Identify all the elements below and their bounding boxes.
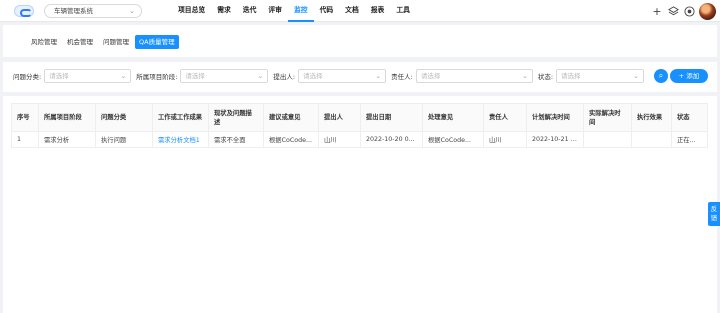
col-header: 工作或工作成果 <box>152 103 209 132</box>
table-cell: 2022-10-21 0... <box>526 131 584 148</box>
owner-select[interactable]: 请选择 ⌄ <box>415 69 533 83</box>
main-nav: 项目总览 需求 迭代 评审 监控 代码 文档 报表 工具 <box>172 0 416 22</box>
chevron-down-icon: ⌄ <box>521 72 528 80</box>
stage-placeholder: 请选择 <box>185 72 205 80</box>
tab-qa-quality-management[interactable]: QA质量管理 <box>135 35 179 49</box>
col-header: 执行效果 <box>631 103 672 132</box>
col-header: 提出人 <box>318 103 361 132</box>
search-icon: ⌕ <box>658 71 664 80</box>
nav-item-requirements[interactable]: 需求 <box>211 0 237 22</box>
filter-bar: 问题分类: 请选择 ⌄ 所属项目阶段: 请选择 ⌄ 提出人: 请选择 ⌄ 责任人… <box>3 62 717 92</box>
table-cell: 1 <box>11 131 39 148</box>
col-header: 所属项目阶段 <box>38 103 96 132</box>
feedback-button[interactable]: 反馈 <box>708 202 720 226</box>
project-select-value: 车辆管理系统 <box>54 7 93 15</box>
subtab-bar: 风险管理 机会管理 问题管理 QA质量管理 <box>3 25 717 57</box>
col-header: 计划解决时间 <box>526 103 584 132</box>
table-cell: 执行问题 <box>95 131 153 148</box>
owner-placeholder: 请选择 <box>420 72 441 80</box>
col-header: 实际解决时间 <box>583 103 632 132</box>
work-product-link[interactable]: 需求分析文档1 <box>152 131 209 148</box>
col-header: 处理意见 <box>422 103 484 132</box>
tab-issue-management[interactable]: 问题管理 <box>99 35 133 49</box>
nav-item-docs[interactable]: 文档 <box>339 0 365 22</box>
chevron-down-icon: ⌄ <box>375 72 382 80</box>
top-icons: + <box>651 2 716 20</box>
col-header: 状态 <box>671 103 708 132</box>
proposer-placeholder: 请选择 <box>303 72 323 80</box>
avatar[interactable] <box>699 2 716 20</box>
table-cell: 需求分析 <box>38 131 96 148</box>
layers-icon[interactable] <box>667 5 679 17</box>
nav-item-monitor[interactable]: 监控 <box>287 0 314 22</box>
proposer-select[interactable]: 请选择 ⌄ <box>298 69 387 83</box>
stage-label: 所属项目阶段: <box>136 73 178 81</box>
top-bar: 车辆管理系统 ⌄ 项目总览 需求 迭代 评审 监控 代码 文档 报表 工具 + <box>0 0 720 22</box>
proposer-label: 提出人: <box>273 73 296 81</box>
table-cell: 2022-10-20 0... <box>360 131 423 148</box>
nav-item-code[interactable]: 代码 <box>314 0 340 22</box>
table-cell <box>583 131 632 148</box>
issue-type-label: 问题分类: <box>13 73 42 81</box>
nav-item-reviews[interactable]: 评审 <box>262 0 288 22</box>
table-cell: 山川 <box>318 131 361 148</box>
table-cell: 需求不全面 <box>208 131 264 148</box>
table-cell: 根据CoCode... <box>263 131 319 148</box>
table-row[interactable]: 1 需求分析 执行问题 需求分析文档1 需求不全面 根据CoCode... 山川… <box>11 131 708 148</box>
nav-item-iterations[interactable]: 迭代 <box>237 0 263 22</box>
add-button[interactable]: + 添加 <box>670 69 708 83</box>
issue-type-select[interactable]: 请选择 ⌄ <box>44 69 132 83</box>
chevron-down-icon: ⌄ <box>257 72 264 80</box>
qa-table: 序号 所属项目阶段 问题分类 工作或工作成果 现状及问题描述 建议或意见 提出人… <box>11 103 708 148</box>
col-header: 建议或意见 <box>263 103 319 132</box>
table-cell: 根据CoCode... <box>422 131 484 148</box>
status-label: 状态: <box>537 73 554 81</box>
col-header: 序号 <box>11 103 39 132</box>
table-cell <box>631 131 672 148</box>
project-select[interactable]: 车辆管理系统 ⌄ <box>44 4 142 18</box>
qa-table-card: 序号 所属项目阶段 问题分类 工作或工作成果 现状及问题描述 建议或意见 提出人… <box>3 96 717 313</box>
col-header: 问题分类 <box>95 103 153 132</box>
nav-item-overview[interactable]: 项目总览 <box>172 0 211 22</box>
issue-type-placeholder: 请选择 <box>49 72 69 80</box>
plus-icon[interactable]: + <box>651 5 663 18</box>
target-icon[interactable] <box>683 5 695 17</box>
col-header: 责任人 <box>483 103 527 132</box>
nav-item-tools[interactable]: 工具 <box>390 0 416 22</box>
app-logo-icon[interactable] <box>14 5 34 17</box>
tab-risk-management[interactable]: 风险管理 <box>27 35 61 49</box>
tab-opportunity-management[interactable]: 机会管理 <box>63 35 97 49</box>
status-placeholder: 请选择 <box>561 72 581 80</box>
nav-item-reports[interactable]: 报表 <box>365 0 391 22</box>
col-header: 现状及问题描述 <box>208 103 264 132</box>
owner-label: 责任人: <box>391 73 413 81</box>
col-header: 提出日期 <box>360 103 423 132</box>
table-cell: 山川 <box>483 131 527 148</box>
stage-select[interactable]: 请选择 ⌄ <box>180 69 269 83</box>
chevron-down-icon: ⌄ <box>633 72 640 80</box>
table-header-row: 序号 所属项目阶段 问题分类 工作或工作成果 现状及问题描述 建议或意见 提出人… <box>11 103 708 132</box>
status-select[interactable]: 请选择 ⌄ <box>556 69 645 83</box>
search-button[interactable]: ⌕ <box>654 69 668 83</box>
chevron-down-icon: ⌄ <box>129 7 135 15</box>
chevron-down-icon: ⌄ <box>120 72 127 80</box>
table-cell: 正在... <box>671 131 708 148</box>
